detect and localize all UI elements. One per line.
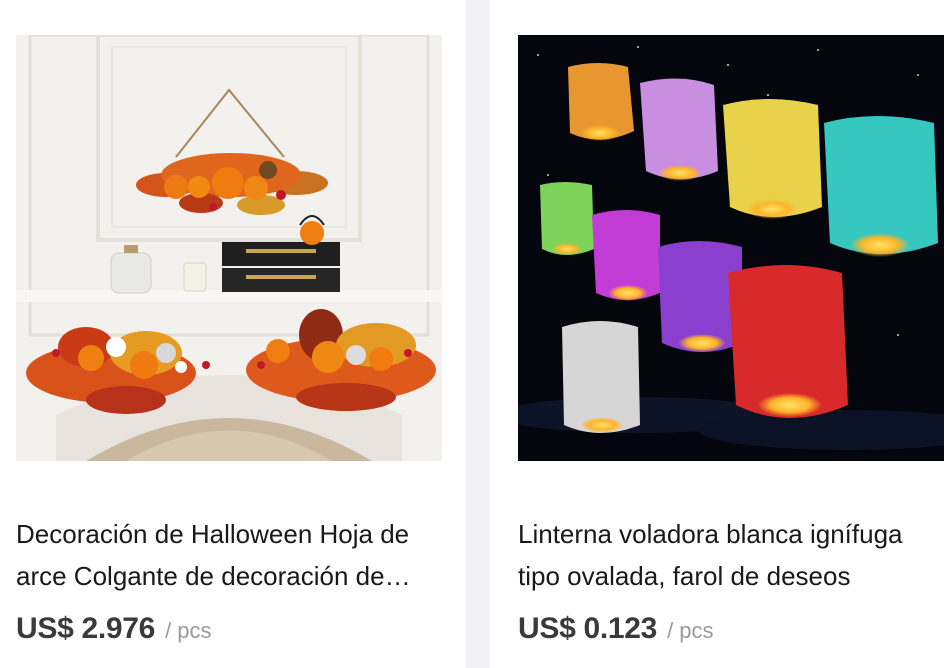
product-price: US$ 2.976: [16, 612, 156, 645]
product-image[interactable]: [518, 35, 944, 461]
price-row: US$ 2.976 / pcs: [16, 612, 212, 656]
halloween-decor-image: [16, 35, 442, 461]
product-title[interactable]: Decoración de Halloween Hoja de arce Col…: [16, 513, 446, 597]
price-unit: / pcs: [165, 618, 212, 643]
product-grid: Decoración de Halloween Hoja de arce Col…: [0, 0, 952, 668]
sky-lanterns-image: [518, 35, 944, 461]
product-title[interactable]: Linterna voladora blanca ignífuga tipo o…: [518, 513, 948, 597]
product-card-sky-lantern[interactable]: Linterna voladora blanca ignífuga tipo o…: [490, 0, 952, 668]
product-price: US$ 0.123: [518, 612, 658, 645]
product-card-halloween[interactable]: Decoración de Halloween Hoja de arce Col…: [0, 0, 466, 668]
product-image[interactable]: [16, 35, 442, 461]
price-row: US$ 0.123 / pcs: [518, 612, 714, 656]
price-unit: / pcs: [667, 618, 714, 643]
